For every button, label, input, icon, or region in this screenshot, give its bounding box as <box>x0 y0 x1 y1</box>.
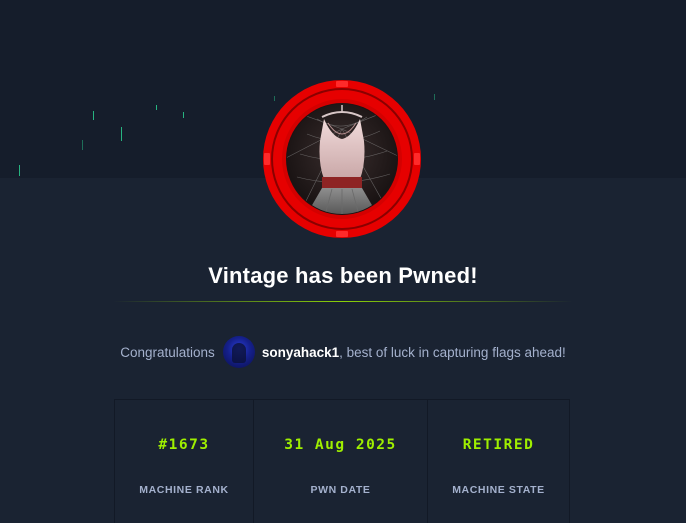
machine-rank-value: #1673 <box>158 437 210 453</box>
user-avatar[interactable] <box>222 336 255 368</box>
machine-state-label: MACHINE STATE <box>452 484 545 496</box>
matrix-rain-decoration <box>434 94 435 100</box>
stat-machine-rank: #1673 MACHINE RANK <box>115 400 254 523</box>
stats-panel: #1673 MACHINE RANK 31 Aug 2025 PWN DATE … <box>114 399 570 523</box>
machine-rank-label: MACHINE RANK <box>139 484 229 496</box>
congrats-prefix: Congratulations <box>120 344 215 360</box>
vintage-dress-machine-icon <box>263 80 421 238</box>
matrix-rain-decoration <box>19 165 20 176</box>
title-divider <box>113 301 573 302</box>
congrats-suffix: , best of luck in capturing flags ahead! <box>339 344 566 360</box>
stat-pwn-date: 31 Aug 2025 PWN DATE <box>254 400 428 523</box>
matrix-rain-decoration <box>156 105 157 110</box>
machine-state-value: RETIRED <box>462 437 535 453</box>
username-link[interactable]: sonyahack1 <box>262 345 339 360</box>
congratulations-message: Congratulations sonyahack1 , best of luc… <box>0 335 686 369</box>
matrix-rain-decoration <box>93 111 94 120</box>
pwned-screen: Vintage has been Pwned! Congratulations … <box>0 0 686 523</box>
matrix-rain-decoration <box>121 127 122 141</box>
matrix-rain-decoration <box>82 140 83 150</box>
pwn-date-label: PWN DATE <box>310 484 371 496</box>
machine-badge <box>262 79 422 239</box>
matrix-rain-decoration <box>183 112 184 118</box>
pwned-title: Vintage has been Pwned! <box>208 263 478 288</box>
stat-machine-state: RETIRED MACHINE STATE <box>428 400 569 523</box>
pwn-date-value: 31 Aug 2025 <box>284 437 397 453</box>
